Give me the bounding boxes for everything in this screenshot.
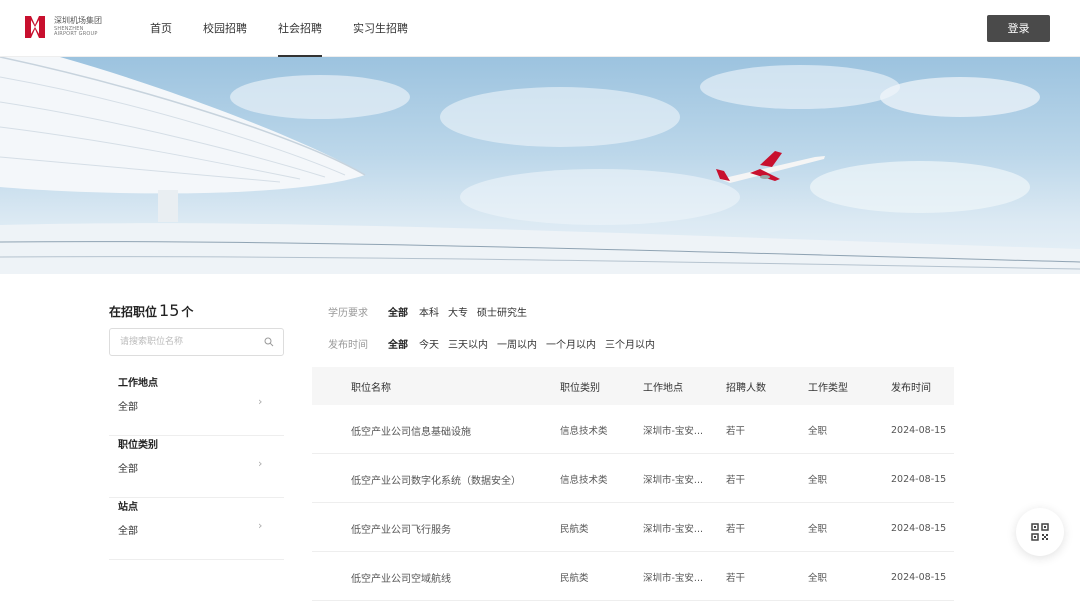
header-headcount: 招聘人数 <box>726 382 766 394</box>
chevron-right-icon: › <box>258 457 263 470</box>
chevron-right-icon: › <box>258 519 263 532</box>
filter-work-location[interactable]: 工作地点 全部 › <box>109 374 284 436</box>
nav-intern[interactable]: 实习生招聘 <box>353 0 408 57</box>
job-category: 信息技术类 <box>560 475 608 486</box>
job-headcount: 若干 <box>726 426 746 437</box>
job-title[interactable]: 低空产业公司空域航线 <box>351 552 451 600</box>
header-job-type: 工作类型 <box>808 382 848 394</box>
education-option[interactable]: 本科 <box>419 304 439 319</box>
filter-value: 全部 <box>118 464 138 475</box>
nav-campus[interactable]: 校园招聘 <box>203 0 247 57</box>
header-location: 工作地点 <box>643 382 683 394</box>
filter-label: 工作地点 <box>118 378 158 389</box>
job-table: 职位名称 职位类别 工作地点 招聘人数 工作类型 发布时间 低空产业公司信息基础… <box>312 367 954 601</box>
job-type: 全职 <box>808 524 828 535</box>
education-filter-label: 学历要求 <box>328 308 368 319</box>
brand-logo[interactable]: 深圳机场集团 SHENZHEN AIRPORT GROUP <box>22 13 102 41</box>
education-option[interactable]: 大专 <box>448 304 468 319</box>
nav-home[interactable]: 首页 <box>150 0 172 57</box>
education-option[interactable]: 硕士研究生 <box>477 304 527 319</box>
table-header: 职位名称 职位类别 工作地点 招聘人数 工作类型 发布时间 <box>312 367 954 405</box>
chevron-right-icon: › <box>258 395 263 408</box>
header-publish-date: 发布时间 <box>891 382 931 394</box>
airport-logo-icon <box>25 16 45 38</box>
job-type: 全职 <box>808 426 828 437</box>
publish-time-option[interactable]: 三个月以内 <box>605 336 655 351</box>
header-job-title: 职位名称 <box>351 382 391 394</box>
main-nav: 首页 校园招聘 社会招聘 实习生招聘 <box>150 0 439 57</box>
job-headcount: 若干 <box>726 573 746 584</box>
header-job-category: 职位类别 <box>560 382 600 394</box>
filter-job-category[interactable]: 职位类别 全部 › <box>109 436 284 498</box>
table-row[interactable]: 低空产业公司信息基础设施 信息技术类 深圳市-宝安... 若干 全职 2024-… <box>312 405 954 454</box>
table-row[interactable]: 低空产业公司数字化系统（数据安全） 信息技术类 深圳市-宝安... 若干 全职 … <box>312 454 954 503</box>
education-option[interactable]: 全部 <box>388 304 408 319</box>
job-category: 信息技术类 <box>560 426 608 437</box>
qr-code-button[interactable] <box>1016 508 1064 556</box>
top-header: 深圳机场集团 SHENZHEN AIRPORT GROUP 首页 校园招聘 社会… <box>0 0 1080 57</box>
open-positions-count: 15 <box>159 301 180 320</box>
job-location: 深圳市-宝安... <box>643 475 703 486</box>
job-category: 民航类 <box>560 573 589 584</box>
publish-time-option[interactable]: 三天以内 <box>448 336 488 351</box>
publish-time-option[interactable]: 全部 <box>388 336 408 351</box>
open-positions-unit: 个 <box>181 305 194 319</box>
qr-code-icon <box>1031 523 1049 541</box>
job-headcount: 若干 <box>726 475 746 486</box>
education-filter-row: 学历要求 全部 本科 大专 硕士研究生 <box>328 304 536 319</box>
search-icon[interactable] <box>264 337 274 347</box>
publish-time-option[interactable]: 一周以内 <box>497 336 537 351</box>
brand-name-en-2: AIRPORT GROUP <box>54 31 98 37</box>
job-type: 全职 <box>808 573 828 584</box>
filter-value: 全部 <box>118 402 138 413</box>
filter-site[interactable]: 站点 全部 › <box>109 498 284 560</box>
open-positions-title: 在招职位 15 个 <box>109 301 193 320</box>
login-button[interactable]: 登录 <box>987 15 1050 42</box>
publish-time-option[interactable]: 今天 <box>419 336 439 351</box>
job-title[interactable]: 低空产业公司数字化系统（数据安全） <box>351 454 521 502</box>
filter-value: 全部 <box>118 526 138 537</box>
publish-time-option[interactable]: 一个月以内 <box>546 336 596 351</box>
job-location: 深圳市-宝安... <box>643 426 703 437</box>
job-publish-date: 2024-08-15 <box>891 571 947 583</box>
filter-label: 站点 <box>118 502 138 513</box>
open-positions-label: 在招职位 <box>109 305 158 319</box>
filter-label: 职位类别 <box>118 440 158 451</box>
job-headcount: 若干 <box>726 524 746 535</box>
job-location: 深圳市-宝安... <box>643 573 703 584</box>
job-publish-date: 2024-08-15 <box>891 424 947 436</box>
job-type: 全职 <box>808 475 828 486</box>
publish-time-filter-label: 发布时间 <box>328 340 368 351</box>
job-title[interactable]: 低空产业公司信息基础设施 <box>351 405 471 453</box>
table-row[interactable]: 低空产业公司空域航线 民航类 深圳市-宝安... 若干 全职 2024-08-1… <box>312 552 954 601</box>
job-category: 民航类 <box>560 524 589 535</box>
table-row[interactable]: 低空产业公司飞行服务 民航类 深圳市-宝安... 若干 全职 2024-08-1… <box>312 503 954 552</box>
job-location: 深圳市-宝安... <box>643 524 703 535</box>
job-search-input[interactable] <box>110 329 255 355</box>
nav-social[interactable]: 社会招聘 <box>278 0 322 57</box>
brand-name-cn: 深圳机场集团 <box>54 16 102 25</box>
hero-banner <box>0 57 1080 274</box>
job-search-box <box>109 328 284 356</box>
banner-image <box>0 57 1080 274</box>
job-publish-date: 2024-08-15 <box>891 522 947 534</box>
job-title[interactable]: 低空产业公司飞行服务 <box>351 503 451 551</box>
publish-time-filter-row: 发布时间 全部 今天 三天以内 一周以内 一个月以内 三个月以内 <box>328 336 664 351</box>
job-publish-date: 2024-08-15 <box>891 473 947 485</box>
